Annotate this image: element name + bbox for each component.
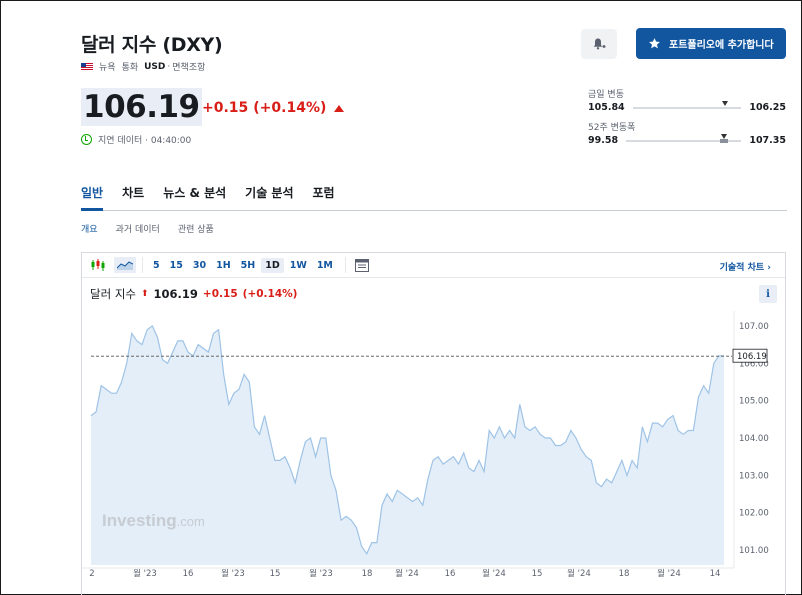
daily-low: 105.84 — [588, 102, 625, 113]
y-tick-label: 102.00 — [739, 509, 769, 519]
currency-value: USD — [144, 61, 166, 72]
daily-range-label: 금일 변동 — [588, 90, 624, 100]
x-tick-label: 14 — [710, 569, 721, 579]
us-flag-icon — [81, 62, 93, 71]
up-triangle-icon — [334, 104, 345, 112]
daily-range: 금일 변동 105.84 106.25 — [588, 87, 786, 113]
star-icon — [649, 38, 660, 49]
bell-plus-icon — [593, 38, 606, 50]
x-tick-label: 월 '23 — [309, 568, 333, 579]
sub-tabs: 개요 과거 데이터 관련 상품 — [81, 222, 214, 235]
delay-text: 지연 데이터 · 04:40:00 — [98, 136, 192, 146]
subtab-overview[interactable]: 개요 — [81, 222, 98, 235]
daily-range-bar — [632, 100, 742, 109]
week52-low: 99.58 — [588, 135, 619, 146]
change-value: +0.15 — [202, 100, 249, 116]
daily-high: 106.25 — [749, 102, 786, 113]
x-tick-label: 15 — [532, 569, 543, 579]
price-chart[interactable]: Investing.com107.00106.00105.00104.00103… — [82, 253, 787, 595]
week52-range-bar — [626, 133, 742, 143]
watermark-suffix: .com — [177, 514, 205, 529]
subtab-related[interactable]: 관련 상품 — [178, 222, 214, 235]
x-tick-label: 월 '23 — [133, 568, 157, 579]
x-tick-label: 월 '24 — [567, 568, 591, 579]
y-tick-label: 105.00 — [739, 397, 769, 407]
x-tick-label: 15 — [270, 569, 281, 579]
disclaimer-separator: · — [167, 61, 171, 72]
last-price: 106.19 — [83, 89, 200, 125]
alert-button[interactable] — [581, 29, 617, 59]
week52-range: 52주 변동폭 99.58 107.35 — [588, 120, 786, 146]
x-tick-label: 월 '24 — [395, 568, 419, 579]
price-highlight: 106.19 — [81, 88, 202, 126]
week52-range-fill — [720, 138, 729, 143]
exchange-label: 뉴욕 — [99, 63, 116, 73]
change-percent: (+0.14%) — [253, 100, 327, 116]
chart-card: 5 15 30 1H 5H 1D 1W 1M 기술적 차트 › 달러 지수 ⬆ … — [81, 252, 786, 595]
subtab-historical[interactable]: 과거 데이터 — [116, 222, 160, 235]
tab-chart[interactable]: 차트 — [122, 183, 144, 210]
add-to-portfolio-button[interactable]: 포트폴리오에 추가합니다 — [636, 28, 786, 59]
x-tick-label: 18 — [619, 569, 630, 579]
watermark-brand: Investing — [102, 511, 177, 530]
tab-forum[interactable]: 포럼 — [313, 183, 335, 210]
x-tick-label: 2 — [89, 569, 94, 579]
investing-watermark: Investing.com — [102, 511, 205, 530]
clock-icon — [81, 134, 92, 145]
week52-range-marker — [721, 133, 728, 139]
tab-news[interactable]: 뉴스 & 분석 — [163, 183, 226, 210]
tab-general[interactable]: 일반 — [81, 183, 104, 211]
x-tick-label: 월 '24 — [482, 568, 506, 579]
tab-technical[interactable]: 기술 분석 — [245, 183, 293, 210]
delay-notice: 지연 데이터 · 04:40:00 — [81, 133, 191, 146]
y-tick-label: 104.00 — [739, 434, 769, 444]
y-tick-label: 103.00 — [739, 471, 769, 481]
x-tick-label: 18 — [362, 569, 373, 579]
add-to-portfolio-label: 포트폴리오에 추가합니다 — [669, 40, 774, 51]
week52-high: 107.35 — [749, 135, 786, 146]
price-area — [91, 325, 724, 565]
instrument-meta: 뉴욕 통화 USD · 면책조항 — [81, 60, 205, 73]
y-tick-label: 101.00 — [739, 546, 769, 556]
x-tick-label: 월 '24 — [657, 568, 681, 579]
daily-range-marker — [722, 100, 729, 106]
current-price-label: 106.19 — [737, 352, 767, 362]
disclaimer-link[interactable]: 면책조항 — [172, 60, 205, 73]
x-tick-label: 16 — [445, 569, 456, 579]
page-title: 달러 지수 (DXY) — [81, 34, 223, 56]
main-tabs: 일반 차트 뉴스 & 분석 기술 분석 포럼 — [81, 183, 787, 211]
x-tick-label: 16 — [183, 569, 194, 579]
currency-label: 통화 — [121, 63, 139, 73]
y-tick-label: 107.00 — [739, 322, 769, 332]
price-change: +0.15 (+0.14%) — [202, 100, 345, 116]
x-tick-label: 월 '23 — [221, 568, 245, 579]
week52-range-label: 52주 변동폭 — [588, 123, 636, 133]
